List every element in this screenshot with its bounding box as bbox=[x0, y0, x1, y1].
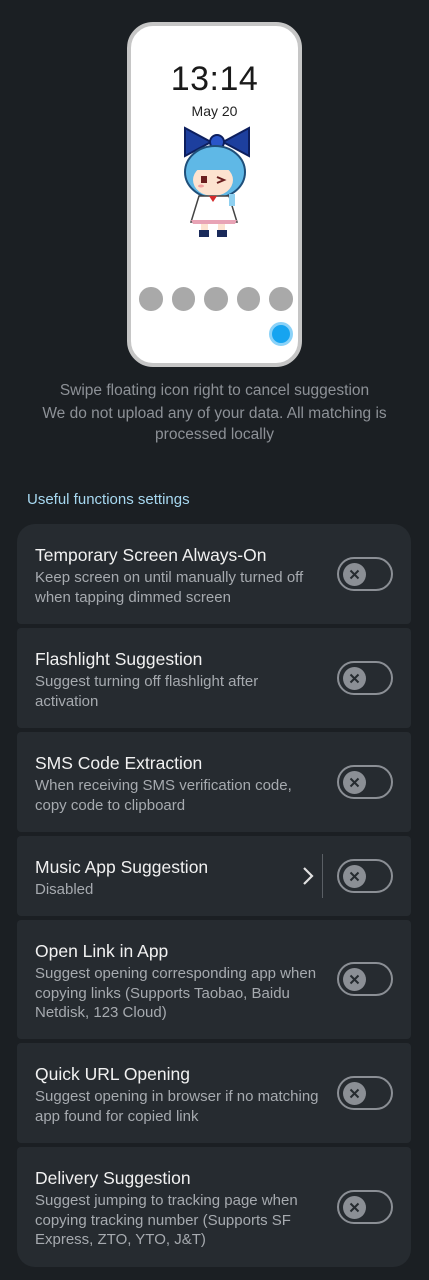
setting-description: Suggest turning off flashlight after act… bbox=[35, 673, 259, 710]
setting-music-app-suggestion[interactable]: Music App Suggestion Disabled bbox=[17, 836, 411, 916]
setting-description: Suggest jumping to tracking page when co… bbox=[35, 1192, 298, 1248]
toggle-switch[interactable] bbox=[337, 859, 393, 893]
switch-off-icon bbox=[343, 771, 366, 794]
setting-temporary-screen-always-on[interactable]: Temporary Screen Always-On Keep screen o… bbox=[17, 524, 411, 624]
section-title: Useful functions settings bbox=[27, 491, 190, 508]
divider bbox=[322, 854, 323, 898]
setting-title: Music App Suggestion bbox=[35, 857, 209, 877]
switch-off-icon bbox=[343, 563, 366, 586]
setting-flashlight-suggestion[interactable]: Flashlight Suggestion Suggest turning of… bbox=[17, 628, 411, 728]
lockscreen-preview: 13:14 May 20 bbox=[127, 22, 302, 367]
setting-sms-code-extraction[interactable]: SMS Code Extraction When receiving SMS v… bbox=[17, 732, 411, 832]
setting-quick-url-opening[interactable]: Quick URL Opening Suggest opening in bro… bbox=[17, 1043, 411, 1143]
setting-title: Delivery Suggestion bbox=[35, 1168, 191, 1188]
setting-title: Temporary Screen Always-On bbox=[35, 545, 267, 565]
setting-description: Suggest opening corresponding app when c… bbox=[35, 965, 317, 1021]
setting-description: When receiving SMS verification code, co… bbox=[35, 777, 292, 814]
toggle-switch[interactable] bbox=[337, 1190, 393, 1224]
switch-off-icon bbox=[343, 667, 366, 690]
switch-off-icon bbox=[343, 1196, 366, 1219]
switch-off-icon bbox=[343, 1082, 366, 1105]
setting-delivery-suggestion[interactable]: Delivery Suggestion Suggest jumping to t… bbox=[17, 1147, 411, 1267]
pin-dot bbox=[204, 287, 228, 311]
settings-screen: 13:14 May 20 Swipe floating icon right t… bbox=[0, 0, 429, 1280]
setting-title: Flashlight Suggestion bbox=[35, 649, 203, 669]
setting-description: Disabled bbox=[35, 881, 94, 898]
floating-icon[interactable] bbox=[269, 322, 293, 346]
mascot-character-image bbox=[184, 126, 250, 237]
toggle-switch[interactable] bbox=[337, 557, 393, 591]
pin-dot bbox=[269, 287, 293, 311]
toggle-switch[interactable] bbox=[337, 962, 393, 996]
setting-title: SMS Code Extraction bbox=[35, 753, 203, 773]
toggle-switch[interactable] bbox=[337, 765, 393, 799]
setting-open-link-in-app[interactable]: Open Link in App Suggest opening corresp… bbox=[17, 920, 411, 1039]
pin-dots bbox=[139, 287, 293, 311]
setting-description: Keep screen on until manually turned off… bbox=[35, 569, 304, 606]
chevron-right-icon[interactable] bbox=[301, 865, 315, 887]
pin-dot bbox=[171, 287, 195, 311]
toggle-switch[interactable] bbox=[337, 1076, 393, 1110]
setting-description: Suggest opening in browser if no matchin… bbox=[35, 1088, 319, 1125]
pin-dot bbox=[236, 287, 260, 311]
swipe-hint: Swipe floating icon right to cancel sugg… bbox=[59, 382, 370, 399]
switch-off-icon bbox=[343, 865, 366, 888]
preview-time: 13:14 bbox=[170, 60, 259, 98]
pin-dot bbox=[139, 287, 163, 311]
setting-title: Quick URL Opening bbox=[35, 1064, 190, 1084]
settings-list: Temporary Screen Always-On Keep screen o… bbox=[17, 524, 411, 1271]
switch-off-icon bbox=[343, 968, 366, 991]
toggle-switch[interactable] bbox=[337, 661, 393, 695]
preview-date: May 20 bbox=[191, 103, 238, 119]
privacy-hint: We do not upload any of your data. All m… bbox=[42, 405, 387, 443]
setting-title: Open Link in App bbox=[35, 941, 169, 961]
